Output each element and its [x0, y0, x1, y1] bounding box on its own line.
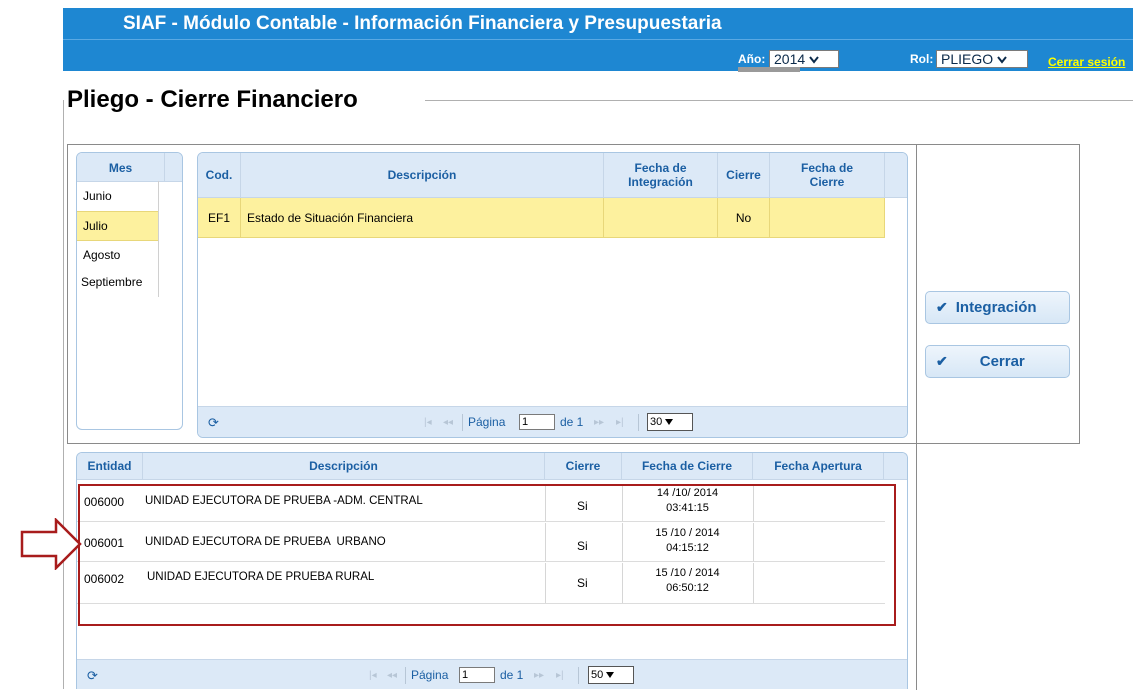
statement-fecha-integracion — [604, 198, 718, 237]
statement-descripcion: Estado de Situación Financiera — [241, 198, 604, 237]
statement-cod: EF1 — [198, 198, 241, 237]
month-item-label: Julio — [83, 219, 108, 233]
statements-grid: Cod. Descripción Fecha de Integración Ci… — [197, 152, 908, 438]
page-input[interactable]: 1 — [459, 667, 495, 683]
col-fecha-apertura[interactable]: Fecha Apertura — [753, 453, 884, 479]
months-panel: Mes Junio Julio Agosto Septiembre — [76, 152, 183, 430]
anio-label: Año: — [738, 52, 766, 66]
refresh-icon[interactable]: ⟳ — [208, 415, 219, 431]
rol-select[interactable]: PLIEGO — [936, 50, 1028, 68]
page-size-select[interactable]: 50 — [588, 666, 634, 684]
months-divider — [158, 181, 159, 297]
pager-separator — [462, 414, 463, 431]
entities-header: Entidad Descripción Cierre Fecha de Cier… — [77, 453, 907, 480]
months-header: Mes — [77, 153, 182, 182]
page-total: de 1 — [560, 415, 584, 429]
statement-fecha-cierre — [770, 198, 885, 237]
check-icon: ✔ — [936, 353, 948, 369]
page-title: Pliego - Cierre Financiero — [67, 86, 358, 113]
page-input[interactable]: 1 — [519, 414, 555, 430]
month-item-junio[interactable]: Junio — [83, 189, 112, 203]
actions-divider — [916, 144, 917, 690]
arrow-right-icon — [20, 518, 82, 570]
col-cierre[interactable]: Cierre — [718, 153, 770, 197]
month-item-agosto[interactable]: Agosto — [83, 248, 120, 262]
col-cod[interactable]: Cod. — [198, 153, 241, 197]
page-left-border — [63, 100, 64, 689]
pagina-label: Página — [411, 668, 449, 682]
logout-link[interactable]: Cerrar sesión — [1048, 55, 1125, 69]
month-item-septiembre[interactable]: Septiembre — [81, 275, 142, 289]
chevron-down-icon — [665, 419, 674, 425]
prev-page-icon[interactable]: ◂◂ — [443, 417, 453, 428]
app-title: SIAF - Módulo Contable - Información Fin… — [123, 13, 722, 34]
cerrar-button[interactable]: ✔ Cerrar — [925, 345, 1070, 378]
anio-select[interactable]: 2014 — [769, 50, 839, 68]
page-total: de 1 — [500, 668, 524, 682]
col-entidad[interactable]: Entidad — [77, 453, 143, 479]
chevron-down-icon — [997, 56, 1007, 64]
pager-separator — [405, 667, 406, 684]
statement-cierre: No — [718, 198, 770, 237]
prev-page-icon[interactable]: ◂◂ — [387, 670, 397, 681]
months-header-label: Mes — [77, 153, 165, 181]
month-item-julio[interactable]: Julio — [77, 211, 158, 241]
refresh-icon[interactable]: ⟳ — [87, 668, 98, 684]
entities-pager: ⟳ |◂ ◂◂ Página 1 de 1 ▸▸ ▸| 50 — [77, 659, 907, 689]
col-fecha-integracion[interactable]: Fecha de Integración — [604, 153, 718, 197]
title-divider — [425, 100, 1133, 101]
first-page-icon[interactable]: |◂ — [369, 670, 377, 681]
pager-separator — [578, 667, 579, 684]
first-page-icon[interactable]: |◂ — [424, 417, 432, 428]
statements-pager: ⟳ |◂ ◂◂ Página 1 de 1 ▸▸ ▸| 30 — [198, 406, 907, 437]
anio-indicator — [738, 67, 800, 72]
app-title-bar: SIAF - Módulo Contable - Información Fin… — [63, 8, 1133, 39]
chevron-down-icon — [809, 56, 819, 64]
col-descripcion[interactable]: Descripción — [143, 453, 545, 479]
next-page-icon[interactable]: ▸▸ — [594, 417, 604, 428]
chevron-down-icon — [606, 672, 615, 678]
col-fecha-cierre[interactable]: Fecha de Cierre — [770, 153, 885, 197]
statement-row[interactable]: EF1 Estado de Situación Financiera No — [198, 198, 885, 238]
pager-separator — [638, 414, 639, 431]
check-icon: ✔ — [936, 299, 948, 315]
highlight-box — [78, 484, 896, 626]
integracion-button[interactable]: ✔ Integración — [925, 291, 1070, 324]
pagina-label: Página — [468, 415, 506, 429]
page-size-select[interactable]: 30 — [647, 413, 693, 431]
rol-label: Rol: — [910, 52, 934, 66]
last-page-icon[interactable]: ▸| — [616, 417, 624, 428]
col-descripcion[interactable]: Descripción — [241, 153, 604, 197]
col-cierre[interactable]: Cierre — [545, 453, 622, 479]
statements-header: Cod. Descripción Fecha de Integración Ci… — [198, 153, 907, 198]
col-fecha-cierre[interactable]: Fecha de Cierre — [622, 453, 753, 479]
last-page-icon[interactable]: ▸| — [556, 670, 564, 681]
next-page-icon[interactable]: ▸▸ — [534, 670, 544, 681]
